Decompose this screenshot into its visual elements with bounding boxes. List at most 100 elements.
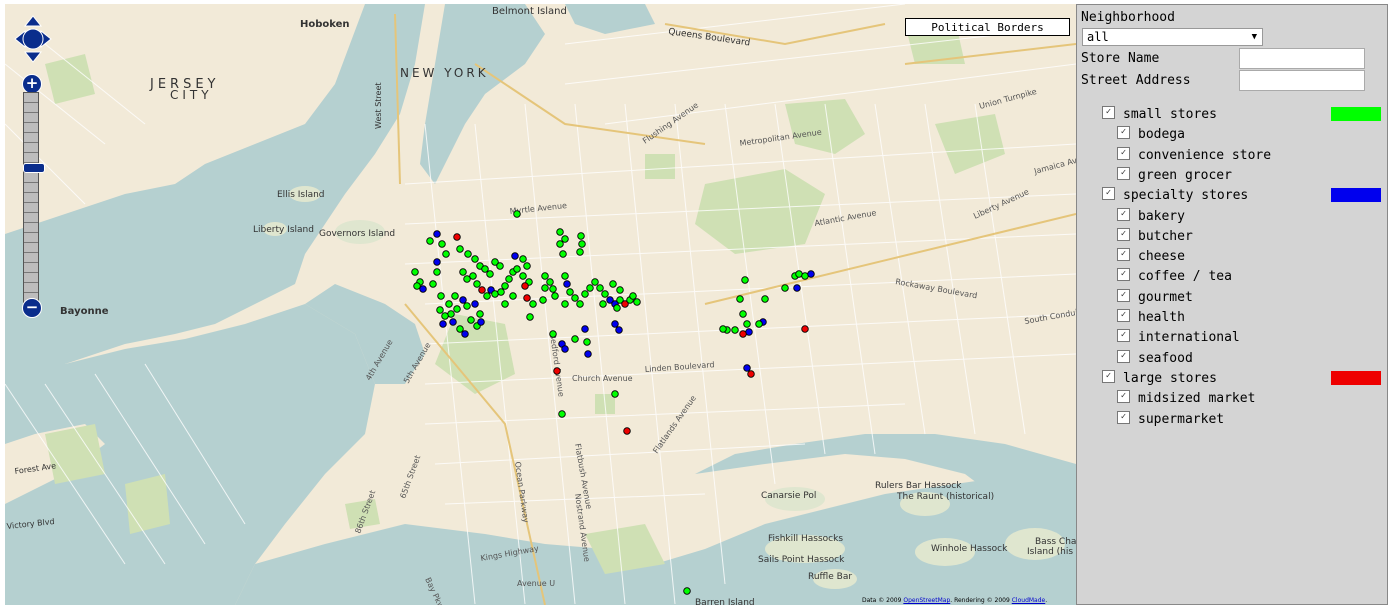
store-marker[interactable] — [586, 284, 594, 292]
store-marker[interactable] — [497, 288, 505, 296]
neighborhood-select[interactable]: all ▼ — [1082, 28, 1263, 46]
store-type-checkbox[interactable]: ✓ — [1117, 227, 1130, 241]
store-marker[interactable] — [541, 284, 549, 292]
group-2[interactable]: ✓ large stores — [1102, 369, 1217, 388]
pan-control[interactable] — [13, 14, 53, 64]
store-type-item[interactable]: ✓ bakery — [1117, 207, 1185, 226]
store-type-item[interactable]: ✓ convenience store — [1117, 146, 1271, 165]
store-marker[interactable] — [467, 316, 475, 324]
store-marker[interactable] — [513, 265, 521, 273]
store-marker[interactable] — [719, 325, 727, 333]
store-type-checkbox[interactable]: ✓ — [1117, 146, 1130, 160]
zoom-out-button[interactable]: − — [22, 298, 42, 318]
store-marker[interactable] — [581, 290, 589, 298]
store-type-checkbox[interactable]: ✓ — [1117, 390, 1130, 404]
store-marker[interactable] — [539, 296, 547, 304]
group-checkbox[interactable]: ✓ — [1102, 106, 1115, 119]
store-marker[interactable] — [505, 275, 513, 283]
store-marker[interactable] — [633, 298, 641, 306]
group-checkbox[interactable]: ✓ — [1102, 369, 1115, 383]
store-marker[interactable] — [438, 240, 446, 248]
store-type-item[interactable]: ✓ cheese — [1117, 248, 1185, 266]
zoom-in-button[interactable]: + — [22, 74, 42, 94]
store-type-item[interactable]: ✓ gourmet — [1117, 288, 1193, 307]
store-marker[interactable] — [558, 410, 566, 418]
store-marker[interactable] — [461, 330, 469, 338]
store-type-checkbox[interactable]: ✓ — [1117, 268, 1130, 282]
store-marker[interactable] — [601, 290, 609, 298]
store-marker[interactable] — [449, 318, 457, 326]
store-marker[interactable] — [471, 255, 479, 263]
store-marker[interactable] — [561, 345, 569, 353]
store-type-checkbox[interactable]: ✓ — [1117, 349, 1130, 363]
group-0[interactable]: ✓ small stores — [1102, 106, 1217, 124]
store-marker[interactable] — [464, 250, 472, 258]
store-marker[interactable] — [599, 300, 607, 308]
store-marker[interactable] — [739, 310, 747, 318]
store-type-item[interactable]: ✓ midsized market — [1117, 390, 1255, 408]
store-marker[interactable] — [456, 245, 464, 253]
store-marker[interactable] — [486, 270, 494, 278]
zoom-control[interactable]: + − — [21, 74, 45, 320]
store-type-item[interactable]: ✓ seafood — [1117, 349, 1193, 368]
store-type-item[interactable]: ✓ coffee / tea — [1117, 268, 1232, 286]
store-marker[interactable] — [445, 300, 453, 308]
store-marker[interactable] — [739, 330, 747, 338]
store-marker[interactable] — [478, 286, 486, 294]
store-marker[interactable] — [471, 300, 479, 308]
store-marker[interactable] — [741, 276, 749, 284]
store-marker[interactable] — [541, 272, 549, 280]
store-marker[interactable] — [615, 326, 623, 334]
store-marker[interactable] — [549, 330, 557, 338]
store-marker[interactable] — [463, 302, 471, 310]
store-marker[interactable] — [563, 280, 571, 288]
store-marker[interactable] — [577, 232, 585, 240]
store-marker[interactable] — [731, 326, 739, 334]
store-type-checkbox[interactable]: ✓ — [1117, 309, 1130, 322]
store-type-checkbox[interactable]: ✓ — [1117, 329, 1130, 343]
store-marker[interactable] — [481, 265, 489, 273]
store-marker[interactable] — [561, 235, 569, 243]
store-marker[interactable] — [433, 230, 441, 238]
store-marker[interactable] — [451, 292, 459, 300]
store-marker[interactable] — [584, 350, 592, 358]
store-marker[interactable] — [519, 255, 527, 263]
store-marker[interactable] — [761, 295, 769, 303]
store-type-checkbox[interactable]: ✓ — [1117, 410, 1130, 424]
store-marker[interactable] — [559, 250, 567, 258]
store-type-item[interactable]: ✓ green grocer — [1117, 166, 1232, 185]
store-marker[interactable] — [436, 306, 444, 314]
store-marker[interactable] — [736, 295, 744, 303]
store-marker[interactable] — [413, 282, 421, 290]
store-marker[interactable] — [613, 304, 621, 312]
store-marker[interactable] — [793, 284, 801, 292]
store-marker[interactable] — [463, 275, 471, 283]
store-marker[interactable] — [526, 313, 534, 321]
store-type-item[interactable]: ✓ supermarket — [1117, 410, 1224, 429]
store-marker[interactable] — [433, 268, 441, 276]
store-marker[interactable] — [743, 364, 751, 372]
store-marker[interactable] — [576, 300, 584, 308]
store-marker[interactable] — [456, 325, 464, 333]
store-marker[interactable] — [529, 300, 537, 308]
pan-down-icon[interactable] — [23, 51, 43, 63]
store-marker[interactable] — [459, 296, 467, 304]
store-marker[interactable] — [556, 228, 564, 236]
store-marker[interactable] — [549, 285, 557, 293]
store-marker[interactable] — [611, 390, 619, 398]
osm-link[interactable]: OpenStreetMap — [903, 597, 950, 604]
store-marker[interactable] — [426, 237, 434, 245]
store-type-item[interactable]: ✓ international — [1117, 329, 1240, 347]
store-marker[interactable] — [419, 285, 427, 293]
store-marker[interactable] — [459, 268, 467, 276]
store-marker[interactable] — [433, 258, 441, 266]
store-marker[interactable] — [553, 367, 561, 375]
group-checkbox[interactable]: ✓ — [1102, 187, 1115, 201]
store-marker[interactable] — [561, 272, 569, 280]
store-marker[interactable] — [566, 288, 574, 296]
store-marker[interactable] — [743, 320, 751, 328]
store-marker[interactable] — [501, 282, 509, 290]
store-type-checkbox[interactable]: ✓ — [1117, 126, 1130, 140]
store-type-checkbox[interactable]: ✓ — [1117, 288, 1130, 302]
store-marker[interactable] — [561, 300, 569, 308]
